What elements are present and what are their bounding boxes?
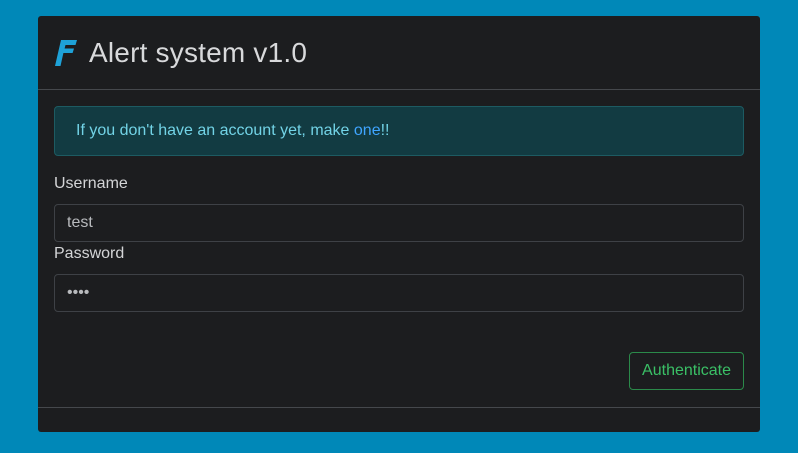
page-title: Alert system v1.0 — [89, 36, 308, 68]
authenticate-button[interactable]: Authenticate — [629, 352, 744, 390]
card-header: Alert system v1.0 — [38, 16, 760, 90]
alert-text: If you don't have an account yet, make — [76, 122, 354, 139]
username-label: Username — [54, 175, 128, 192]
form-actions: Authenticate — [54, 352, 744, 390]
brand-f-icon — [55, 39, 77, 66]
password-label: Password — [54, 245, 125, 262]
card-body: If you don't have an account yet, make o… — [38, 90, 760, 390]
info-alert: If you don't have an account yet, make o… — [54, 106, 744, 156]
password-input[interactable] — [54, 274, 744, 312]
username-input[interactable] — [54, 204, 744, 242]
login-card: Alert system v1.0 If you don't have an a… — [38, 16, 760, 432]
create-account-link[interactable]: one — [354, 122, 381, 140]
alert-text-suffix: !! — [380, 122, 390, 139]
card-footer — [38, 407, 760, 432]
